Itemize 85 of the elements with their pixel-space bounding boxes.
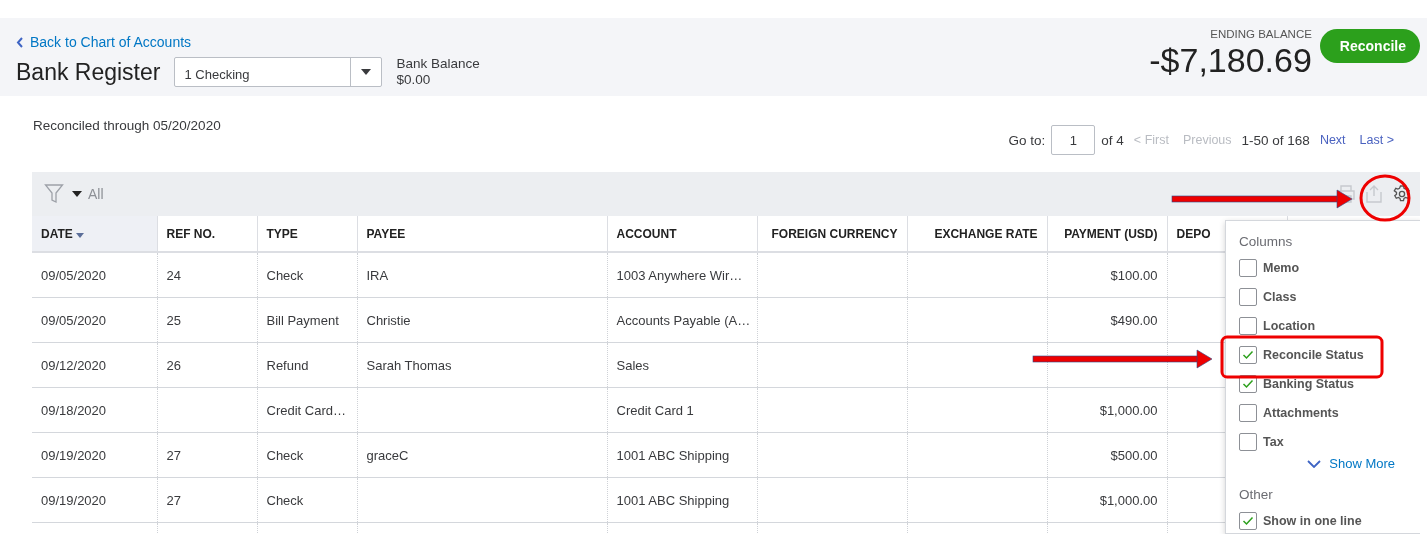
settings-icon[interactable] [1392,184,1412,204]
table-cell: 1001 ABC Shipping [616,492,730,508]
table-cell: Accounts Payable (A… [616,312,751,328]
option-label[interactable]: Show in one line [1263,513,1362,528]
table-cell: $500.00 [1110,447,1158,463]
table-cell: 09/19/2020 [41,492,107,508]
table-cell: 09/05/2020 [41,267,107,283]
column-header[interactable]: REF NO. [157,216,257,252]
table-cell: Refund [266,357,309,373]
caret-down-icon [72,191,82,197]
goto-label: Go to: [1008,132,1046,148]
ending-balance-label: ENDING BALANCE [1210,28,1312,40]
checkbox[interactable] [1239,287,1257,306]
table-cell: Check [266,447,304,463]
export-icon[interactable] [1364,184,1384,204]
option-label[interactable]: Class [1263,289,1297,304]
column-header[interactable]: PAYEE [357,216,607,252]
section-heading: Columns [1239,234,1294,249]
table-cell: 09/19/2020 [41,447,107,463]
reconciled-through-text: Reconciled through 05/20/2020 [33,118,221,135]
table-cell: graceC [366,447,409,463]
checkmark-icon [1242,349,1254,360]
table-cell: 27 [166,492,181,508]
last-link[interactable]: Last > [1359,133,1394,147]
next-link[interactable]: Next [1319,133,1346,147]
column-header[interactable]: ACCOUNT [607,216,757,252]
annotation-circle [1359,174,1411,222]
table-cell: Credit Card 1 [616,402,694,418]
column-header[interactable]: TYPE [257,216,357,252]
table-cell: 09/18/2020 [41,402,107,418]
table-cell: 25 [166,312,181,328]
table-cell: 09/05/2020 [41,312,107,328]
table-cell: 1003 Anywhere Wir… [616,267,743,283]
checkbox[interactable] [1239,403,1257,422]
print-icon[interactable] [1336,184,1356,204]
option-label[interactable]: Location [1263,318,1316,333]
option-label[interactable]: Tax [1263,434,1284,449]
table-cell: Check [266,267,304,283]
chevron-left-icon [16,36,24,48]
table-cell: Sarah Thomas [366,357,452,373]
checkbox[interactable] [1239,345,1257,364]
table-cell: 09/12/2020 [41,357,107,373]
back-link[interactable]: Back to Chart of Accounts [16,34,192,50]
checkbox[interactable] [1239,258,1257,277]
table-cell: Check [266,492,304,508]
table-cell: 26 [166,357,181,373]
page-title: Bank Register [16,58,161,86]
table-cell: IRA [366,267,389,283]
table-cell: 27 [166,447,181,463]
ending-balance-amount: -$7,180.69 [1149,40,1312,80]
checkbox[interactable] [1239,432,1257,451]
column-header[interactable]: FOREIGN CURRENCY [757,216,907,252]
table-cell: Christie [366,312,411,328]
column-header[interactable]: DATE [32,216,157,252]
filter-icon[interactable] [44,183,64,205]
option-label[interactable]: Attachments [1263,405,1339,420]
bank-balance-value: $0.00 [396,72,432,88]
checkmark-icon [1242,378,1254,389]
table-cell: Credit Card… [266,402,346,418]
option-label[interactable]: Memo [1263,260,1300,275]
table-cell: Bill Payment [266,312,339,328]
table-cell: $1,000.00 [1099,492,1158,508]
table-cell: Sales [616,357,650,373]
page-field[interactable]: 1 [1051,125,1096,155]
page-count: of 4 [1101,132,1124,148]
option-label[interactable]: Reconcile Status [1263,347,1364,362]
table-cell: 24 [166,267,181,283]
section-heading: Other [1239,487,1274,502]
table-cell: $1,000.00 [1099,402,1158,418]
table-cell: $100.00 [1110,267,1158,283]
table-cell: $490.00 [1110,312,1158,328]
chevron-down-icon [1307,459,1322,468]
show-more-link[interactable]: Show More [1307,456,1395,471]
option-label[interactable]: Banking Status [1263,376,1354,391]
checkmark-icon [1242,515,1254,526]
range-text: 1-50 of 168 [1241,132,1310,148]
column-header[interactable]: EXCHANGE RATE [907,216,1047,252]
column-header[interactable]: PAYMENT (USD) [1047,216,1167,252]
checkbox[interactable] [1239,511,1257,530]
checkbox[interactable] [1239,316,1257,335]
table-cell: 1001 ABC Shipping [616,447,730,463]
sort-arrow-icon [76,232,85,238]
caret-down-icon [361,69,372,75]
account-dropdown[interactable]: 1 Checking [174,57,383,87]
bank-balance-label: Bank Balance [396,56,480,72]
